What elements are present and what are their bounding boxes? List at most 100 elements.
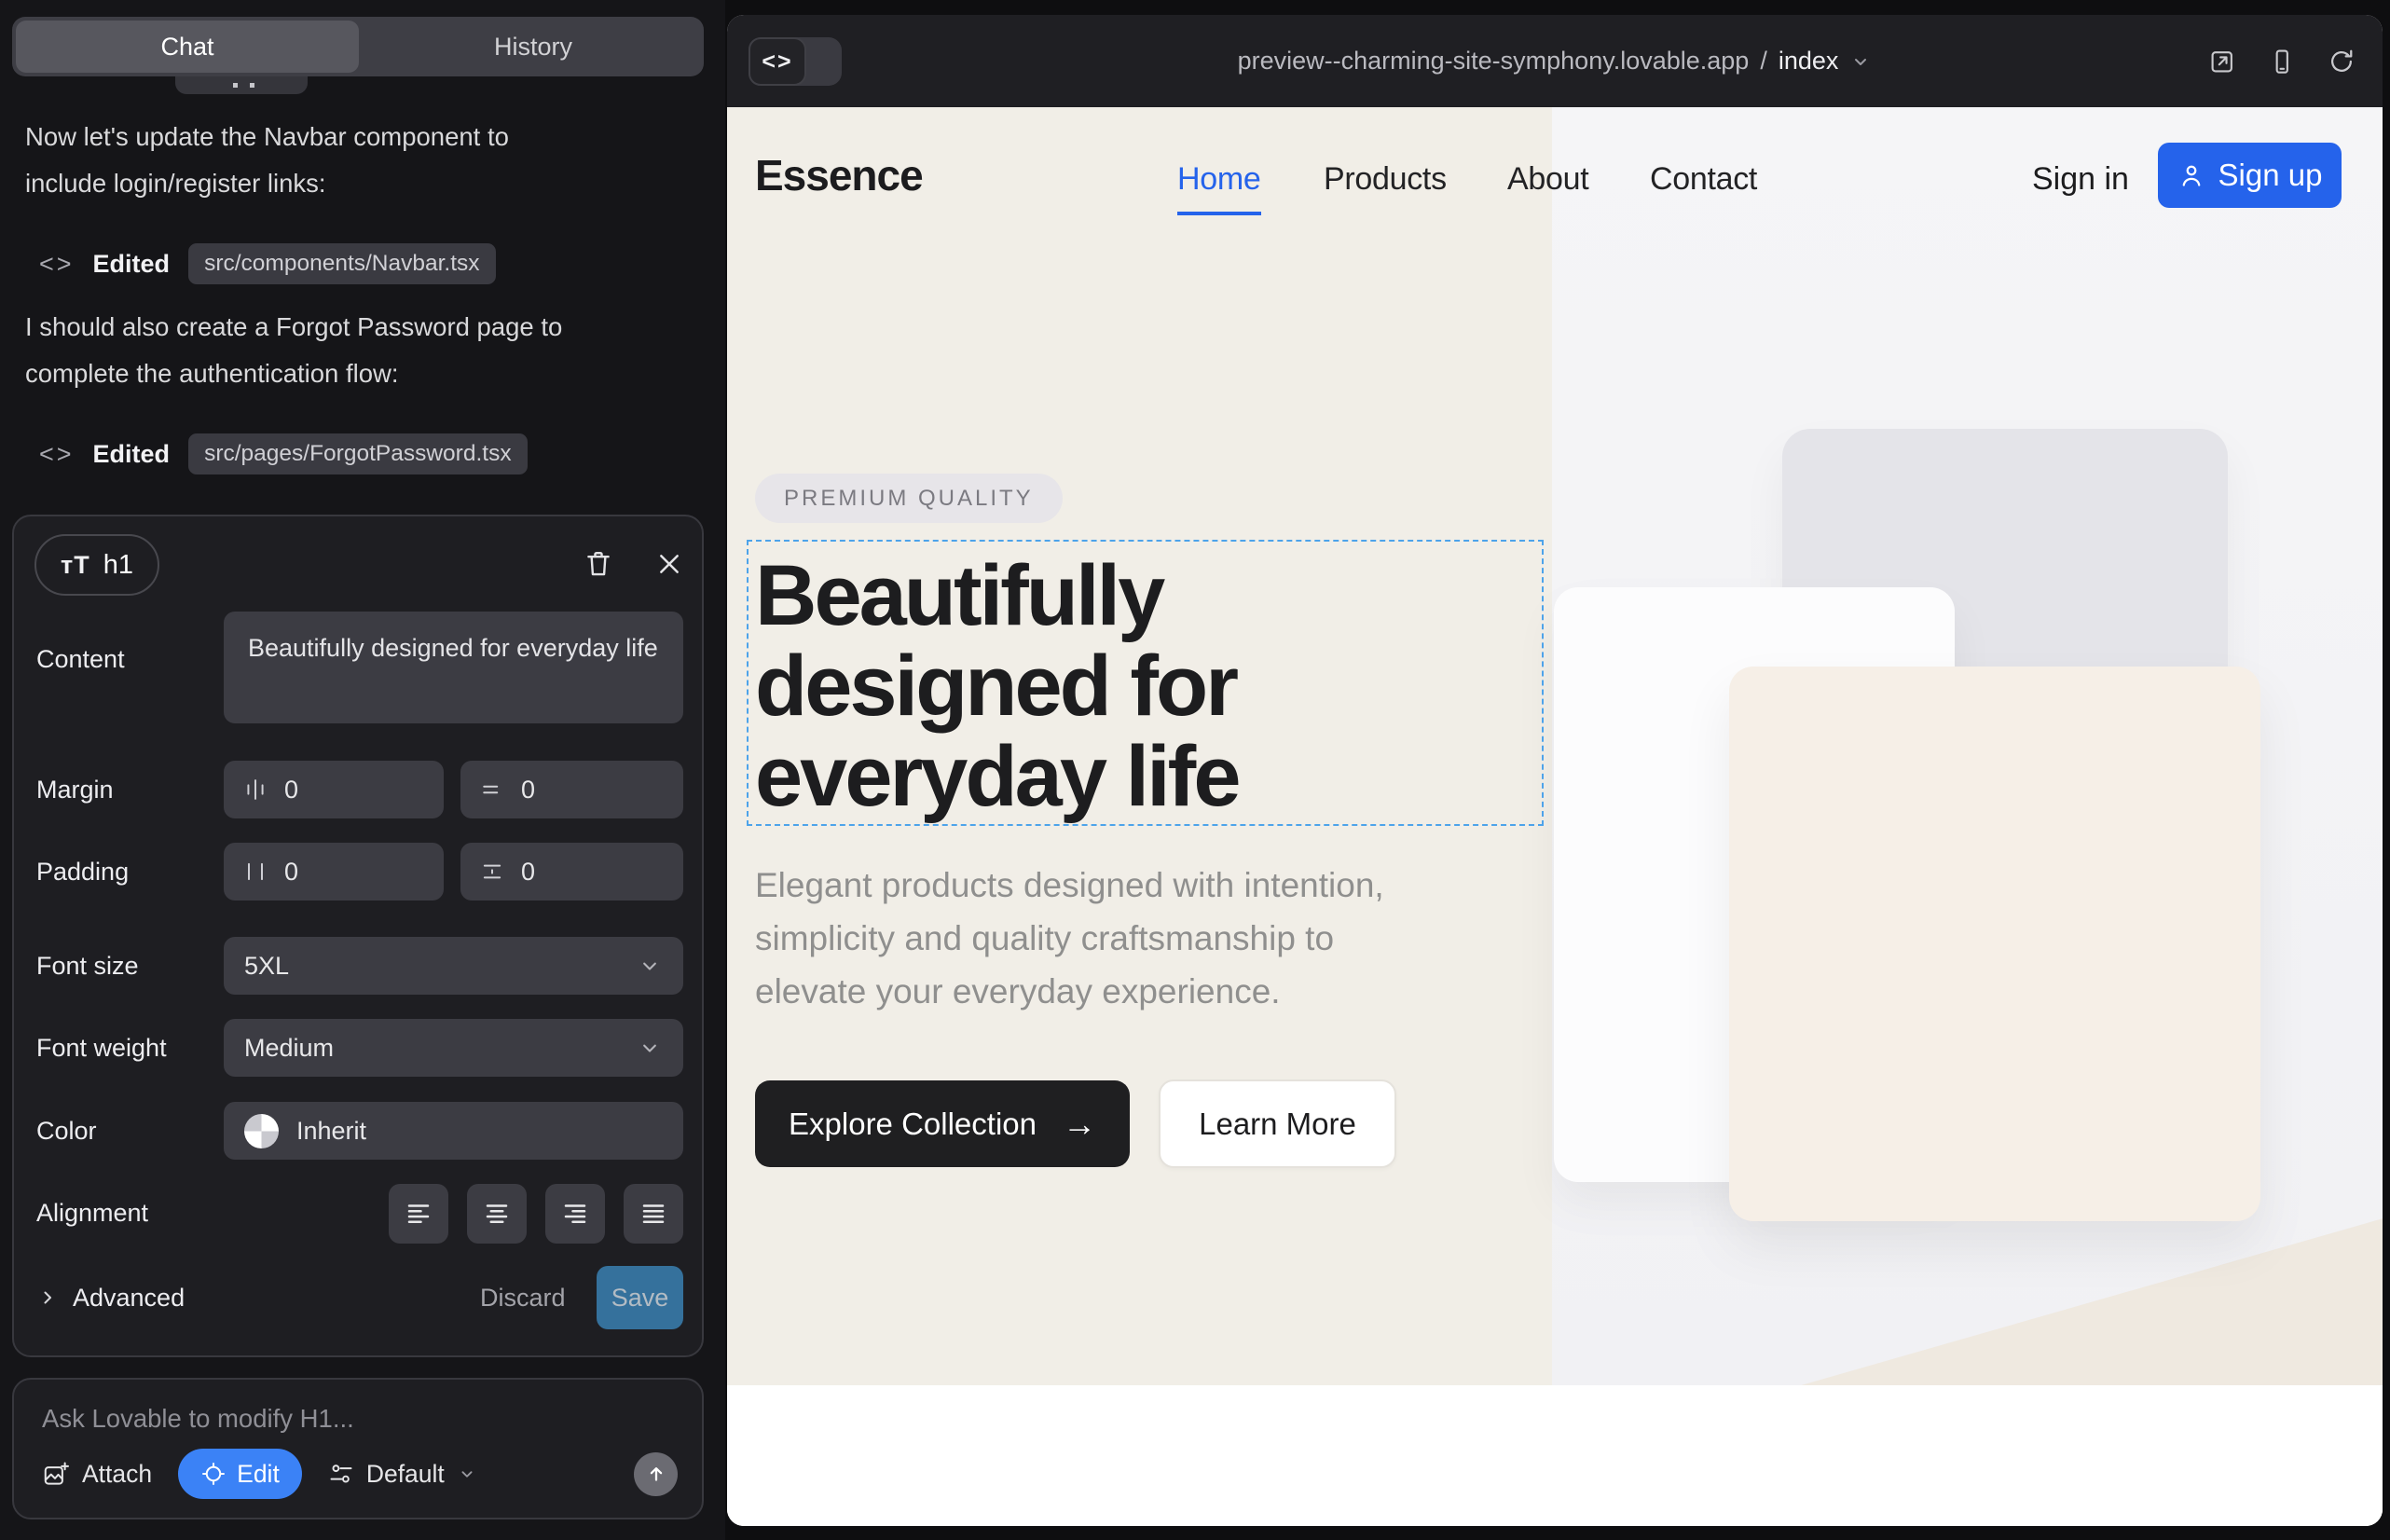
advanced-toggle[interactable]: Advanced: [36, 1266, 185, 1329]
sliders-icon: [328, 1461, 354, 1487]
chevron-down-icon: [457, 1464, 477, 1484]
element-tag-label: h1: [103, 550, 133, 581]
browser-toolbar: <> preview--charming-site-symphony.lovab…: [727, 15, 2383, 107]
arrow-up-icon: [644, 1462, 668, 1486]
margin-horizontal-icon: [242, 777, 268, 803]
nav-link-products[interactable]: Products: [1324, 161, 1447, 198]
site-logo[interactable]: Essence: [755, 150, 923, 200]
color-select[interactable]: Inherit: [224, 1102, 683, 1160]
chat-history-tabs: Chat History: [12, 17, 704, 76]
refresh-icon[interactable]: [2327, 47, 2356, 76]
file-chip[interactable]: src/pages/ForgotPassword.tsx: [188, 433, 528, 474]
align-center-button[interactable]: [467, 1184, 527, 1244]
open-external-icon[interactable]: [2207, 47, 2237, 76]
edited-file-row: <> Edited src/pages/ForgotPassword.tsx: [39, 433, 528, 475]
chevron-right-icon: [36, 1286, 59, 1309]
url-bar[interactable]: preview--charming-site-symphony.lovable.…: [727, 15, 2383, 107]
selected-element-tag[interactable]: тT h1: [34, 534, 159, 596]
edited-label: Edited: [93, 250, 171, 279]
close-icon: [654, 549, 684, 579]
advanced-label: Advanced: [73, 1284, 185, 1313]
discard-button[interactable]: Discard: [480, 1266, 566, 1329]
hero-paragraph-line: elevate your everyday experience.: [755, 965, 1384, 1018]
attach-label: Attach: [82, 1460, 152, 1489]
send-button[interactable]: [634, 1452, 678, 1496]
active-nav-underline: [1177, 212, 1261, 215]
padding-horizontal-icon: [242, 859, 268, 885]
margin-y-field[interactable]: [460, 761, 683, 818]
padding-y-input[interactable]: [521, 858, 577, 887]
padding-x-field[interactable]: [224, 843, 444, 901]
align-left-button[interactable]: [389, 1184, 448, 1244]
nav-link-about[interactable]: About: [1507, 161, 1588, 198]
margin-label: Margin: [36, 776, 114, 804]
mode-select[interactable]: Default: [328, 1460, 477, 1489]
font-size-select[interactable]: 5XL: [224, 937, 683, 995]
scrolled-chip-peek: [175, 76, 308, 94]
hero-heading-line: designed for: [755, 641, 1238, 732]
explore-collection-label: Explore Collection: [789, 1107, 1037, 1142]
margin-x-input[interactable]: [284, 776, 340, 804]
margin-x-field[interactable]: [224, 761, 444, 818]
browser-actions: [2207, 15, 2356, 107]
hero-heading[interactable]: Beautifully designed for everyday life: [755, 551, 1238, 822]
page-bottom-section: [727, 1385, 2383, 1526]
align-justify-icon: [639, 1200, 667, 1228]
edited-file-row: <> Edited src/components/Navbar.tsx: [39, 242, 496, 285]
color-value: Inherit: [296, 1117, 366, 1146]
chevron-down-icon: [1849, 50, 1872, 73]
chevron-down-icon: [637, 953, 663, 979]
font-weight-value: Medium: [244, 1034, 334, 1063]
margin-y-input[interactable]: [521, 776, 577, 804]
font-size-value: 5XL: [244, 952, 289, 981]
mobile-view-icon[interactable]: [2267, 47, 2297, 76]
align-right-button[interactable]: [545, 1184, 605, 1244]
align-center-icon: [483, 1200, 511, 1228]
align-justify-button[interactable]: [624, 1184, 683, 1244]
learn-more-button[interactable]: Learn More: [1159, 1079, 1396, 1168]
sign-in-link[interactable]: Sign in: [2032, 161, 2129, 198]
content-input[interactable]: Beautifully designed for everyday life: [224, 612, 683, 723]
close-editor-button[interactable]: [652, 546, 687, 582]
prompt-input[interactable]: [42, 1404, 639, 1434]
align-left-icon: [405, 1200, 433, 1228]
color-swatch-icon: [244, 1114, 279, 1148]
hero-paragraph: Elegant products designed with intention…: [755, 859, 1384, 1018]
save-button[interactable]: Save: [597, 1266, 683, 1329]
attach-image-icon: [42, 1460, 70, 1488]
delete-element-button[interactable]: [581, 546, 616, 582]
edit-mode-button[interactable]: Edit: [178, 1449, 302, 1499]
message-line: include login/register links:: [25, 160, 509, 207]
alignment-label: Alignment: [36, 1199, 148, 1228]
padding-y-field[interactable]: [460, 843, 683, 901]
mode-label: Default: [366, 1460, 445, 1489]
attach-button[interactable]: Attach: [42, 1460, 152, 1489]
code-icon: <>: [39, 250, 75, 279]
premium-badge: PREMIUM QUALITY: [755, 474, 1063, 523]
file-chip[interactable]: src/components/Navbar.tsx: [188, 243, 495, 284]
font-weight-select[interactable]: Medium: [224, 1019, 683, 1077]
text-type-icon: тT: [61, 551, 90, 580]
color-label: Color: [36, 1117, 97, 1146]
margin-vertical-icon: [479, 777, 505, 803]
sign-up-button[interactable]: Sign up: [2158, 143, 2342, 208]
hero-paragraph-line: Elegant products designed with intention…: [755, 859, 1384, 912]
message-line: complete the authentication flow:: [25, 351, 562, 397]
tab-chat[interactable]: Chat: [16, 21, 359, 73]
decorative-card-cream: [1729, 667, 2260, 1221]
hero-paragraph-line: simplicity and quality craftsmanship to: [755, 912, 1384, 965]
nav-link-home[interactable]: Home: [1177, 161, 1261, 198]
trash-icon: [583, 548, 614, 580]
align-right-icon: [561, 1200, 589, 1228]
nav-link-contact[interactable]: Contact: [1650, 161, 1757, 198]
hero-heading-line: Beautifully: [755, 551, 1238, 641]
edit-label: Edit: [237, 1460, 280, 1489]
tab-history[interactable]: History: [363, 17, 704, 76]
explore-collection-button[interactable]: Explore Collection →: [755, 1080, 1130, 1167]
prompt-box: Attach Edit Default: [12, 1378, 704, 1519]
padding-x-input[interactable]: [284, 858, 340, 887]
edited-label: Edited: [93, 440, 171, 469]
assistant-message: I should also create a Forgot Password p…: [25, 304, 562, 397]
padding-label: Padding: [36, 858, 129, 887]
user-icon: [2177, 161, 2205, 189]
